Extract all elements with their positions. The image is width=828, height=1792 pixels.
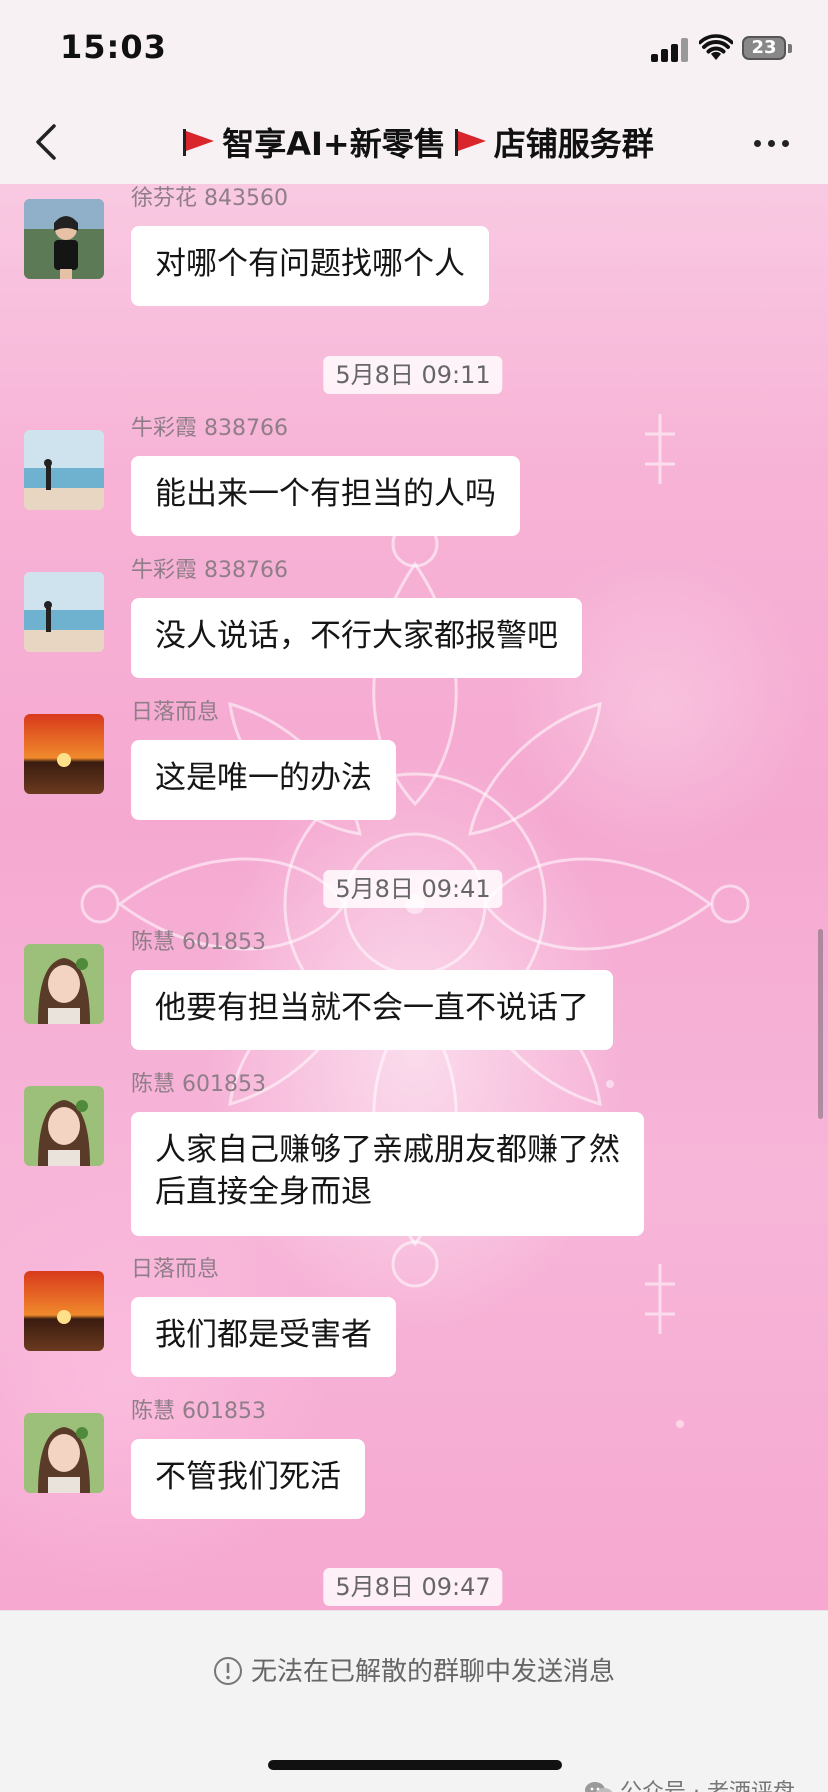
message-bubble[interactable]: 我们都是受害者: [131, 1297, 396, 1377]
group-title-part1: 智享AI+新零售: [222, 125, 446, 163]
avatar[interactable]: [24, 1413, 104, 1493]
avatar[interactable]: [24, 1086, 104, 1166]
chat-screen: 15:03 23 智享AI+新零售 店铺服务群 徐芬花 843560 对哪个有问…: [0, 0, 828, 1792]
sender-name: 牛彩霞 838766: [131, 416, 288, 441]
scrollbar[interactable]: [818, 929, 823, 1119]
message-list[interactable]: 徐芬花 843560 对哪个有问题找哪个人 5月8日 09:11 牛彩霞 838…: [0, 184, 828, 1610]
group-title: 智享AI+新零售 店铺服务群: [0, 100, 828, 184]
battery-icon: 23: [742, 36, 786, 60]
message-bubble[interactable]: 他要有担当就不会一直不说话了: [131, 970, 613, 1050]
status-bar: 15:03 23: [0, 0, 828, 100]
home-indicator[interactable]: [268, 1760, 562, 1770]
sender-name: 陈慧 601853: [131, 930, 266, 955]
wechat-icon: [585, 1782, 613, 1792]
group-title-part2: 店铺服务群: [493, 125, 654, 163]
red-flag-icon: [454, 129, 486, 156]
avatar[interactable]: [24, 714, 104, 794]
message-bubble[interactable]: 这是唯一的办法: [131, 740, 396, 820]
signal-icon: [651, 38, 689, 62]
red-flag-icon: [183, 129, 215, 156]
timestamp: 5月8日 09:47: [323, 1568, 503, 1606]
watermark-text: 公众号 · 老酒评盘: [620, 1780, 795, 1792]
battery-nub: [788, 44, 792, 53]
wifi-icon: [699, 34, 733, 60]
message-bubble[interactable]: 对哪个有问题找哪个人: [131, 226, 489, 306]
status-time: 15:03: [60, 28, 167, 66]
avatar[interactable]: [24, 572, 104, 652]
message-bubble[interactable]: 不管我们死活: [131, 1439, 365, 1519]
message-bubble[interactable]: 没人说话，不行大家都报警吧: [131, 598, 582, 678]
sender-name: 陈慧 601853: [131, 1399, 266, 1424]
info-circle-icon: [213, 1657, 242, 1685]
sender-name: 牛彩霞 838766: [131, 558, 288, 583]
timestamp: 5月8日 09:41: [323, 870, 503, 908]
battery-level: 23: [751, 37, 777, 58]
disbanded-notice-text: 无法在已解散的群聊中发送消息: [250, 1657, 615, 1687]
watermark: 公众号 · 老酒评盘: [584, 1774, 795, 1792]
nav-bar: 智享AI+新零售 店铺服务群: [0, 100, 828, 184]
more-dots-icon[interactable]: [748, 122, 796, 162]
sender-name: 日落而息: [131, 1257, 220, 1282]
timestamp: 5月8日 09:11: [323, 356, 503, 394]
avatar[interactable]: [24, 430, 104, 510]
disbanded-notice: 无法在已解散的群聊中发送消息: [0, 1651, 828, 1688]
avatar[interactable]: [24, 1271, 104, 1351]
message-bubble[interactable]: 人家自己赚够了亲戚朋友都赚了然 后直接全身而退: [131, 1112, 644, 1236]
avatar[interactable]: [24, 944, 104, 1024]
avatar[interactable]: [24, 199, 104, 279]
sender-name: 陈慧 601853: [131, 1072, 266, 1097]
sender-name: 日落而息: [131, 700, 220, 725]
sender-name: 徐芬花 843560: [131, 186, 288, 211]
message-bubble[interactable]: 能出来一个有担当的人吗: [131, 456, 520, 536]
